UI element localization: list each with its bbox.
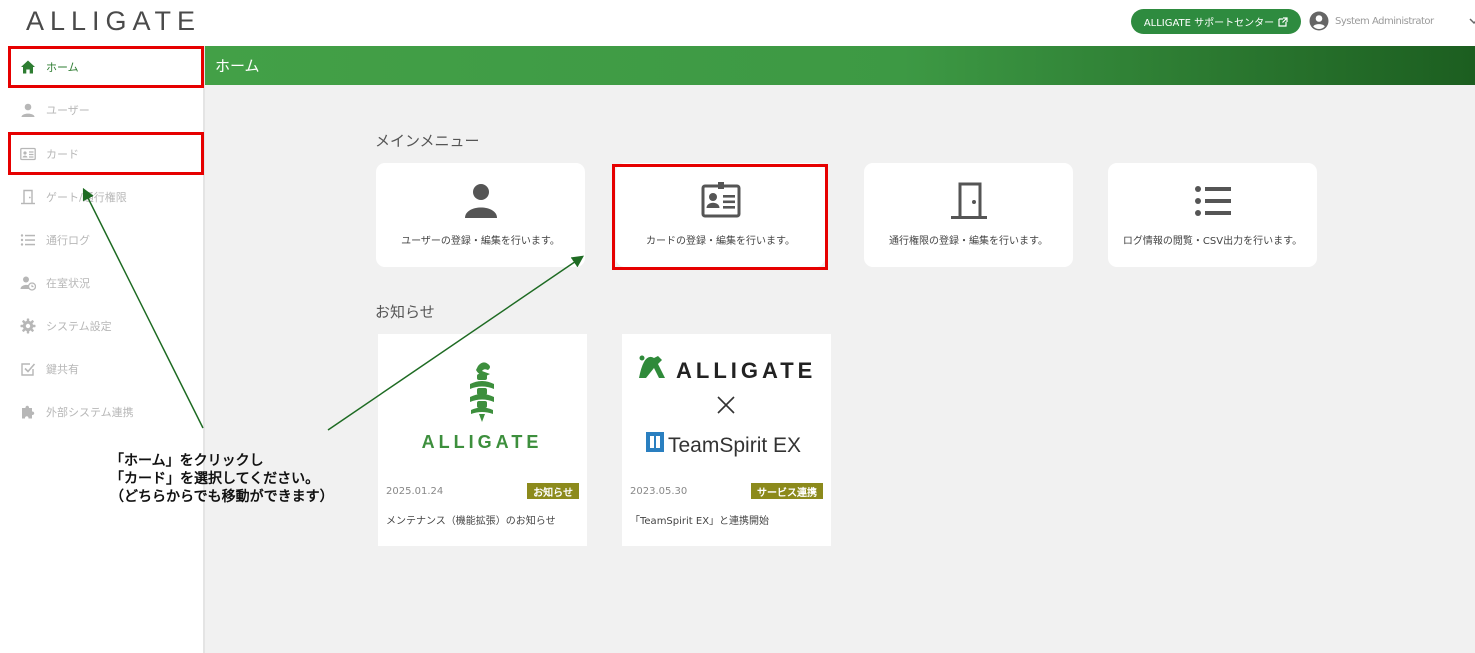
sidebar-item-label: 在室状況 [46,277,90,290]
sidebar-item-external-integration[interactable]: 外部システム連携 [10,392,200,432]
sidebar-item-system-settings[interactable]: システム設定 [10,306,200,346]
user-menu[interactable]: System Administrator [1309,10,1475,32]
cross-mark [717,396,735,414]
user-icon [21,103,35,117]
sidebar-item-access-log[interactable]: 通行ログ [10,220,200,260]
sidebar-item-label: ゲート/通行権限 [46,191,127,204]
door-icon [950,182,987,219]
sidebar-item-label: 鍵共有 [46,363,79,376]
alligate-mark-icon [639,355,665,378]
page-title-bar: ホーム [205,46,1475,85]
puzzle-icon [22,405,35,419]
menu-card-gate-permissions[interactable]: 通行権限の登録・編集を行います。 [864,163,1073,267]
instruction-annotation: 「ホーム」をクリックし 「カード」を選択してください。 （どちらからでも移動がで… [110,453,334,505]
top-bar: ALLIGATE ALLIGATE サポートセンター System Admini… [0,0,1475,46]
sidebar-item-label: ユーザー [46,104,90,117]
news-date: 2023.05.30 [630,486,688,497]
user-icon [464,184,497,218]
menu-card-users[interactable]: ユーザーの登録・編集を行います。 [376,163,585,267]
news-logo-text: ALLIGATE [422,432,543,452]
page-title: ホーム [215,57,260,75]
list-icon [1194,186,1231,216]
sidebar-item-gates[interactable]: ゲート/通行権限 [10,177,200,217]
news-card[interactable]: ALLIGATE 2025.01.24 お知らせ メンテナンス（機能拡張）のお知… [378,334,587,546]
support-center-label: ALLIGATE サポートセンター [1143,18,1275,29]
teamspirit-logo-icon [646,432,664,452]
main-menu-title: メインメニュー [375,132,480,150]
sidebar-item-occupancy[interactable]: 在室状況 [10,263,200,303]
news-badge: サービス連携 [751,483,823,499]
external-link-icon [1278,16,1288,27]
sidebar-item-label: 通行ログ [46,234,90,247]
news-partner-text: TeamSpirit EX [668,434,801,457]
menu-card-label: ユーザーの登録・編集を行います。 [401,236,560,247]
news-date: 2025.01.24 [386,486,444,497]
door-icon [21,189,35,205]
news-title[interactable]: 「TeamSpirit EX」と連携開始 [630,512,769,527]
news-card[interactable]: ALLIGATE TeamSpirit EX 2023.05.30 サービス連携… [622,334,831,546]
sidebar-item-label: システム設定 [46,320,112,333]
list-icon [20,234,35,246]
checkbox-icon [21,363,36,376]
news-thumbnail-alligate: ALLIGATE [422,362,543,452]
highlight-card-menu [612,164,828,270]
menu-card-label: ログ情報の閲覧・CSV出力を行います。 [1122,236,1303,247]
menu-card-label: 通行権限の登録・編集を行います。 [889,236,1048,247]
news-section-title: お知らせ [375,303,435,321]
user-clock-icon [20,276,36,291]
app-logo[interactable]: ALLIGATE [26,6,201,37]
alligate-mark-icon [470,362,494,422]
news-badge: お知らせ [527,483,579,499]
menu-card-log[interactable]: ログ情報の閲覧・CSV出力を行います。 [1108,163,1317,267]
news-title[interactable]: メンテナンス（機能拡張）のお知らせ [386,512,556,527]
highlight-card [8,132,204,175]
news-thumbnail-teamspirit: ALLIGATE TeamSpirit EX [639,355,816,457]
chevron-down-icon [1469,18,1475,25]
main-content: ホーム メインメニュー ユーザーの登録・編集を行います。 カードの登録・編集を行… [205,46,1475,653]
news-logo-text: ALLIGATE [676,358,816,383]
highlight-home [8,46,204,88]
gear-icon [20,318,36,334]
sidebar-item-key-sharing[interactable]: 鍵共有 [10,349,200,389]
user-avatar-icon [1309,11,1329,31]
sidebar-item-users[interactable]: ユーザー [10,90,200,130]
sidebar-item-label: 外部システム連携 [46,406,134,419]
user-name: System Administrator [1335,15,1434,27]
support-center-button[interactable]: ALLIGATE サポートセンター [1131,9,1301,34]
